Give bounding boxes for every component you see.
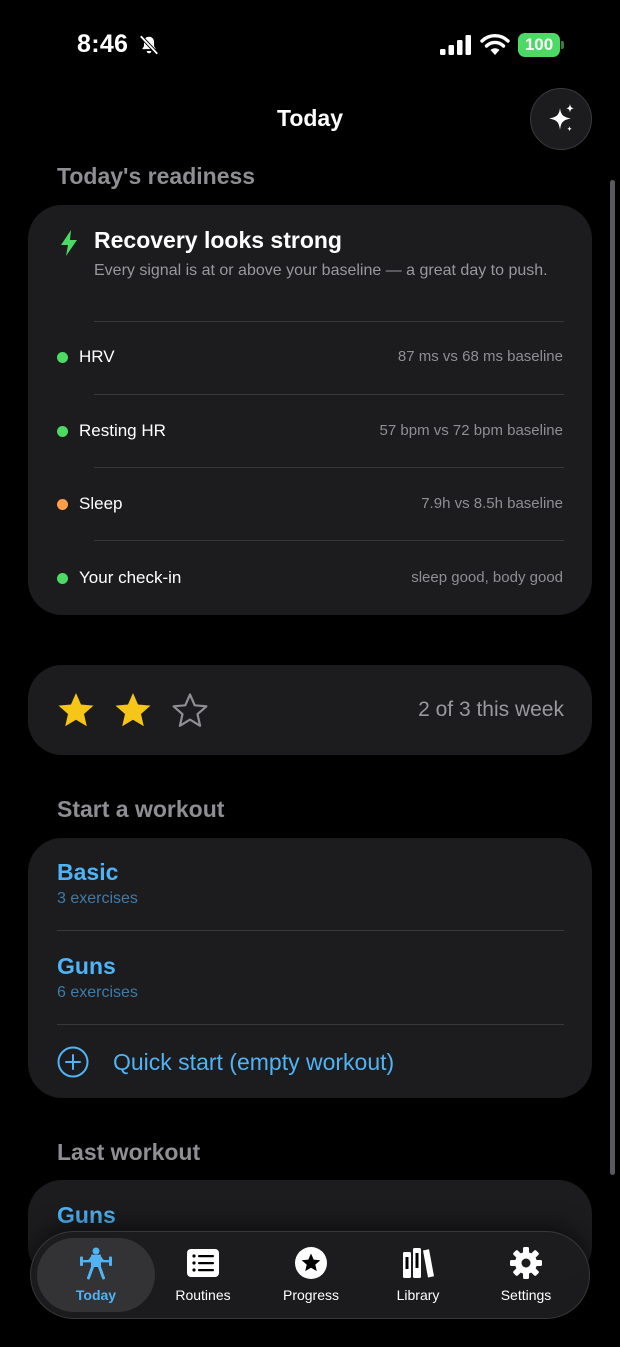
star-empty-icon <box>172 693 208 727</box>
bell-off-icon <box>139 35 159 55</box>
routine-exercise-count: 3 exercises <box>57 890 138 907</box>
metric-value: 57 bpm vs 72 bpm baseline <box>379 422 563 439</box>
metric-label: Resting HR <box>79 421 166 440</box>
tab-label: Settings <box>500 1287 552 1303</box>
routine-item-guns[interactable]: Guns 6 exercises <box>57 953 138 1002</box>
tab-label: Library <box>396 1287 440 1303</box>
metric-value: 87 ms vs 68 ms baseline <box>397 348 563 365</box>
battery-level: 100 <box>524 35 554 54</box>
tab-label: Today <box>75 1287 117 1303</box>
plus-circle-icon <box>57 1046 89 1078</box>
readiness-subtitle: Every signal is at or above your baselin… <box>94 262 548 279</box>
readiness-section-title: Today's readiness <box>57 163 256 189</box>
page-title: Today <box>276 105 344 131</box>
last-workout-section-title: Last workout <box>57 1139 201 1165</box>
weekly-goal-text: 2 of 3 this week <box>418 698 564 721</box>
tab-today[interactable]: Today <box>42 1232 150 1320</box>
tab-library[interactable]: Library <box>364 1232 472 1320</box>
metric-value: sleep good, body good <box>411 569 563 586</box>
divider <box>57 930 564 931</box>
last-workout-name: Guns <box>57 1202 116 1228</box>
tab-label: Routines <box>175 1287 231 1303</box>
star-circle-icon <box>295 1247 327 1279</box>
status-dot <box>57 352 68 363</box>
tab-label: Progress <box>282 1287 340 1303</box>
books-icon <box>403 1248 434 1278</box>
workouts-card: Basic 3 exercises Guns 6 exercises Quick… <box>28 838 592 1098</box>
readiness-card: Recovery looks strong Every signal is at… <box>28 205 592 615</box>
tab-bar: Today Routines Progress Library Settings <box>30 1231 590 1319</box>
sparkles-icon <box>549 104 574 132</box>
metric-row-check-in: Your check-in sleep good, body good <box>28 559 592 599</box>
lightning-bolt-icon <box>61 230 77 256</box>
metric-value: 7.9h vs 8.5h baseline <box>421 495 563 512</box>
tab-progress[interactable]: Progress <box>257 1232 365 1320</box>
divider <box>94 540 564 541</box>
workout-section-title: Start a workout <box>57 796 225 822</box>
battery-indicator: 100 <box>518 33 564 57</box>
cellular-signal-icon <box>440 35 471 55</box>
metric-row-sleep: Sleep 7.9h vs 8.5h baseline <box>28 485 592 525</box>
gear-icon <box>510 1247 542 1279</box>
status-dot <box>57 499 68 510</box>
star-filled-icon <box>115 693 151 727</box>
star-filled-icon <box>58 693 94 727</box>
quick-start-label: Quick start (empty workout) <box>113 1048 395 1075</box>
status-dot <box>57 573 68 584</box>
scrollbar[interactable] <box>610 180 615 1175</box>
status-time: 8:46 <box>77 30 129 58</box>
status-bar: 8:46 100 <box>0 0 620 90</box>
routine-name: Guns <box>57 953 116 979</box>
divider <box>94 394 564 395</box>
readiness-headline: Recovery looks strong <box>94 227 342 253</box>
divider <box>57 1024 564 1025</box>
routine-exercise-count: 6 exercises <box>57 984 138 1001</box>
quick-start-button[interactable]: Quick start (empty workout) <box>57 1046 394 1078</box>
weekly-goal-card[interactable]: 2 of 3 this week <box>28 665 592 755</box>
tab-settings[interactable]: Settings <box>472 1232 580 1320</box>
metric-label: Your check-in <box>79 568 182 587</box>
wifi-icon <box>480 34 510 55</box>
metric-label: Sleep <box>79 494 123 513</box>
routine-item-basic[interactable]: Basic 3 exercises <box>57 859 138 908</box>
weightlifter-icon <box>80 1247 112 1280</box>
list-icon <box>187 1249 219 1277</box>
metric-row-resting-hr: Resting HR 57 bpm vs 72 bpm baseline <box>28 412 592 452</box>
metric-row-hrv: HRV 87 ms vs 68 ms baseline <box>28 338 592 378</box>
divider <box>94 467 564 468</box>
ai-assistant-button[interactable] <box>530 88 592 150</box>
metric-label: HRV <box>79 347 115 366</box>
tab-routines[interactable]: Routines <box>149 1232 257 1320</box>
routine-name: Basic <box>57 859 119 885</box>
status-dot <box>57 426 68 437</box>
divider <box>94 321 564 322</box>
